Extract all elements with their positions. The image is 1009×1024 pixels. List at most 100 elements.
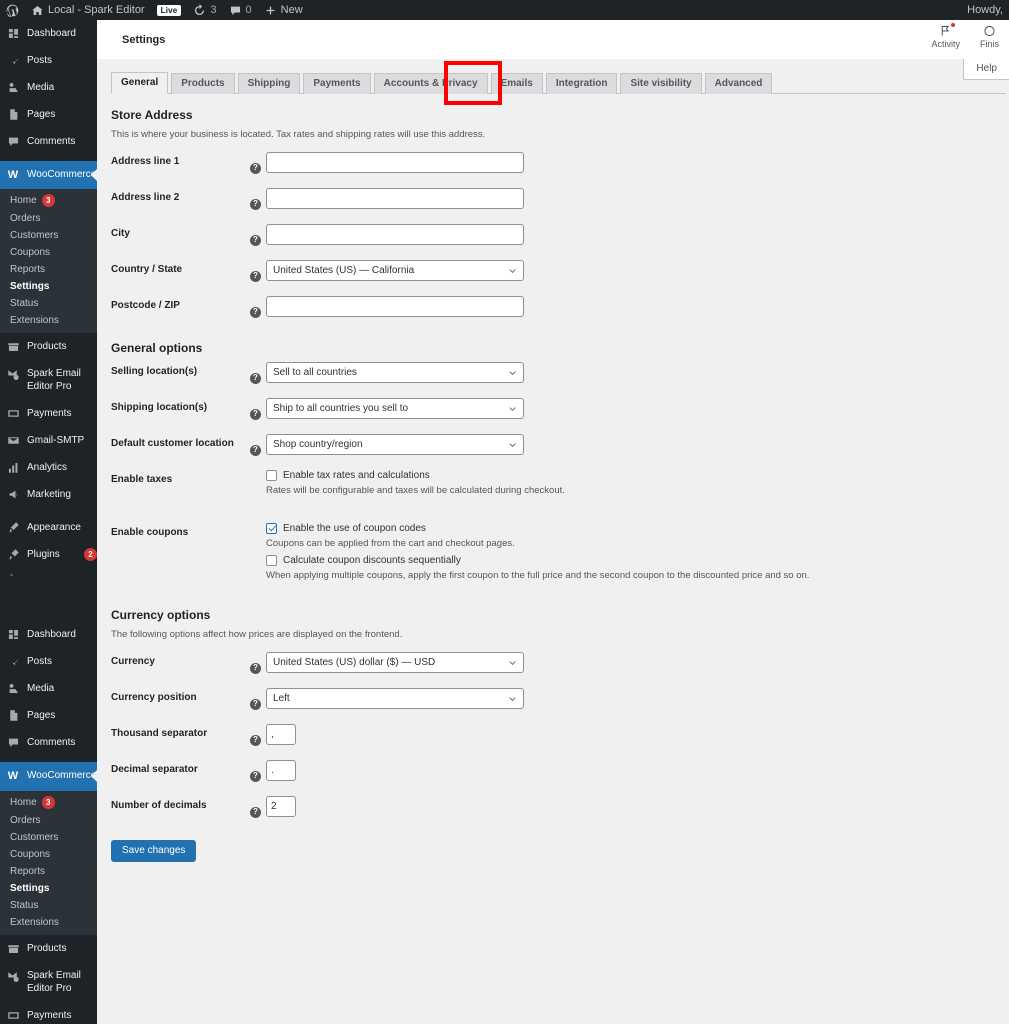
collapse-menu-button[interactable]: - [0,568,97,583]
sidebar-item-marketing[interactable]: Marketing [0,481,97,508]
tab-accounts-privacy[interactable]: Accounts & Privacy [373,73,488,94]
settings-tab-nav[interactable]: General Products Shipping Payments Accounts … [111,61,1006,105]
chevron-down-icon [509,660,516,665]
help-tip-decimal-separator[interactable]: ? [250,760,266,783]
sidebar-item-dashboard[interactable]: Dashboard [0,20,97,47]
help-tip-country-state[interactable]: ? [250,260,266,283]
sequential-coupons-checkbox-row[interactable]: Calculate coupon discounts sequentially [266,555,1009,566]
sidebar-item-posts[interactable]: Posts [0,47,97,74]
save-changes-button[interactable]: Save changes [111,840,197,862]
sidebar-item-gmail-smtp[interactable]: Gmail-SMTP [0,427,97,454]
plug-icon [9,549,19,560]
submenu-item-extensions[interactable]: Extensions [0,914,97,931]
wp-logo-menu[interactable] [0,0,25,20]
input-decimal-separator[interactable] [266,760,296,781]
select-default-customer-location[interactable]: Shop country/region [266,434,524,455]
submenu-woocommerce: Home 3 Orders Customers Coupons Reports Settin… [0,189,97,334]
field-label-default-customer-location: Default customer location [111,438,234,449]
submenu-item-reports[interactable]: Reports [0,261,97,278]
activity-button[interactable]: Activity [921,20,970,49]
sidebar-item-payments[interactable]: Payments [0,1002,97,1024]
sidebar-item-plugins[interactable]: Plugins 2 [0,541,97,568]
select-shipping-location-s[interactable]: Ship to all countries you sell to [266,398,524,419]
help-tip-thousand-separator[interactable]: ? [250,724,266,747]
submenu-item-status[interactable]: Status [0,897,97,914]
sidebar-item-products[interactable]: Products [0,333,97,360]
input-postcode-zip[interactable] [266,296,524,317]
input-thousand-separator[interactable] [266,724,296,745]
sidebar-item-spark-email-editor-pro[interactable]: Spark Email Editor Pro [0,360,97,400]
sidebar-item-analytics[interactable]: Analytics [0,454,97,481]
sequential-coupons-checkbox[interactable] [266,555,277,566]
sidebar-item-products[interactable]: Products [0,935,97,962]
select-currency[interactable]: United States (US) dollar ($) — USD [266,652,524,673]
submenu-item-home[interactable]: Home 3 [0,191,97,210]
submenu-item-orders[interactable]: Orders [0,812,97,829]
tab-products[interactable]: Products [171,73,235,94]
sidebar-item-spark-email-editor-pro[interactable]: Spark Email Editor Pro [0,962,97,1002]
help-tip-number-of-decimals[interactable]: ? [250,796,266,819]
tab-advanced[interactable]: Advanced [704,73,773,94]
sidebar-item-media[interactable]: Media [0,675,97,702]
tab-payments[interactable]: Payments [303,73,371,94]
sidebar-item-comments[interactable]: Comments [0,729,97,756]
sidebar-item-label: Payments [27,1009,72,1021]
input-number-of-decimals[interactable] [266,796,296,817]
tab-integration[interactable]: Integration [545,73,618,94]
select-selling-location-s[interactable]: Sell to all countries [266,362,524,383]
admin-sidebar-menu[interactable]: Dashboard Posts Media Pages Comments W WooComm… [0,20,97,1024]
help-tip-shipping-location-s[interactable]: ? [250,398,266,421]
enable-coupons-checkbox-row[interactable]: Enable the use of coupon codes [266,523,1009,534]
sidebar-item-appearance[interactable]: Appearance [0,514,97,541]
tab-site-visibility[interactable]: Site visibility [620,73,702,94]
tab-emails[interactable]: Emails [490,73,543,94]
submenu-item-status[interactable]: Status [0,295,97,312]
sidebar-item-woocommerce[interactable]: W WooCommerce [0,762,97,791]
submenu-item-settings[interactable]: Settings [0,880,97,897]
updates-menu[interactable]: 3 [187,0,222,20]
submenu-item-reports[interactable]: Reports [0,863,97,880]
submenu-item-customers[interactable]: Customers [0,227,97,244]
media-icon [6,682,20,695]
howdy-menu[interactable]: Howdy, [961,0,1009,20]
input-address-line-1[interactable] [266,152,524,173]
help-tip-postcode-zip[interactable]: ? [250,296,266,319]
site-name-menu[interactable]: Local - Spark Editor [25,0,151,20]
submenu-item-customers[interactable]: Customers [0,829,97,846]
help-tip-selling-location-s[interactable]: ? [250,362,266,385]
help-tip-currency-position[interactable]: ? [250,688,266,711]
input-address-line-2[interactable] [266,188,524,209]
sidebar-item-payments[interactable]: Payments [0,400,97,427]
select-country-state[interactable]: United States (US) — California [266,260,524,281]
help-tip-address-line-1[interactable]: ? [250,152,266,175]
sidebar-item-media[interactable]: Media [0,74,97,101]
tab-shipping[interactable]: Shipping [237,73,301,94]
submenu-item-coupons[interactable]: Coupons [0,846,97,863]
sidebar-item-comments[interactable]: Comments [0,128,97,155]
tab-general[interactable]: General [111,72,169,94]
finish-setup-button[interactable]: Finis [970,20,1009,49]
select-currency-position[interactable]: Left [266,688,524,709]
sidebar-item-pages[interactable]: Pages [0,101,97,128]
activity-notification-dot [951,23,956,27]
submenu-item-settings[interactable]: Settings [0,278,97,295]
comments-menu[interactable]: 0 [223,0,258,20]
help-tip-address-line-2[interactable]: ? [250,188,266,211]
sidebar-item-woocommerce[interactable]: W WooCommerce [0,161,97,190]
enable-taxes-checkbox-row[interactable]: Enable tax rates and calculations [266,470,1009,481]
sidebar-item-posts[interactable]: Posts [0,648,97,675]
submenu-item-coupons[interactable]: Coupons [0,244,97,261]
sidebar-item-pages[interactable]: Pages [0,702,97,729]
submenu-item-extensions[interactable]: Extensions [0,312,97,329]
help-tip-city[interactable]: ? [250,224,266,247]
new-content-menu[interactable]: New [258,0,309,20]
enable-coupons-checkbox[interactable] [266,523,277,534]
help-tip-currency[interactable]: ? [250,652,266,675]
submenu-item-home[interactable]: Home 3 [0,793,97,812]
enable-taxes-checkbox[interactable] [266,470,277,481]
sidebar-item-dashboard[interactable]: Dashboard [0,621,97,648]
field-row-default-customer-location: Default customer location? Shop country/r… [111,434,1009,457]
help-tip-default-customer-location[interactable]: ? [250,434,266,457]
submenu-item-orders[interactable]: Orders [0,210,97,227]
input-city[interactable] [266,224,524,245]
